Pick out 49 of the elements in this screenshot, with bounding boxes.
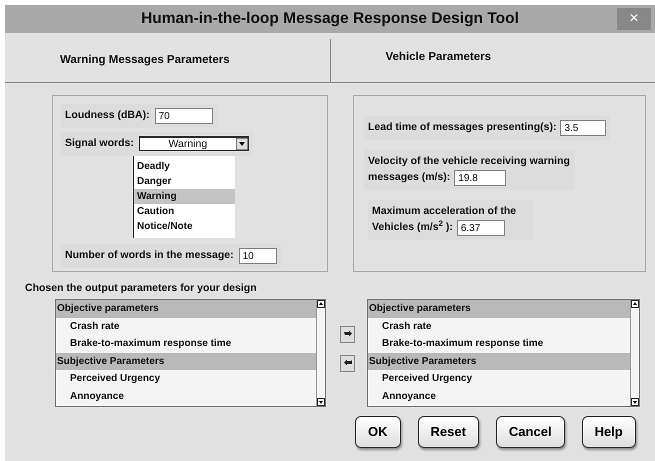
dialog-button[interactable]: Help [582, 416, 636, 448]
dropdown-option[interactable]: Warning [134, 188, 235, 204]
field-label: Vehicles (m/s$^{2}$ ): [372, 220, 453, 235]
list-item[interactable]: Perceived Urgency [56, 370, 316, 388]
list-item[interactable]: Brake-to-maximum response time [368, 335, 630, 352]
list-group-header[interactable]: Subjective Parameters [368, 352, 630, 370]
list-item[interactable]: Brake-to-maximum response time [56, 335, 316, 352]
dialog-button[interactable]: Cancel [496, 416, 565, 448]
close-button[interactable]: × [617, 8, 651, 30]
dropdown[interactable]: Warning [138, 136, 249, 152]
field-label: Signal words: [65, 136, 134, 151]
list-item[interactable]: Annoyance [368, 388, 630, 405]
right-arrow-icon [342, 330, 352, 339]
input-field[interactable]: 10 [238, 248, 277, 264]
list-item[interactable]: Perceived Urgency [368, 370, 630, 388]
field-label: Number of words in the message: [65, 248, 234, 263]
list-group-header[interactable]: Objective parameters [56, 300, 316, 318]
move-right-button[interactable] [340, 326, 355, 343]
section-heading: Chosen the output parameters for your design [24, 281, 258, 296]
list-item[interactable]: Crash rate [368, 318, 630, 335]
list-item[interactable]: Crash rate [56, 318, 316, 335]
window-title: Human-in-the-loop Message Response Design Tool [141, 9, 519, 30]
dropdown-option[interactable]: Caution [134, 204, 235, 219]
dialog-button[interactable]: Reset [418, 416, 479, 448]
input-field[interactable]: 6.37 [456, 220, 505, 236]
caret-icon [236, 138, 248, 150]
scroll-up-icon[interactable] [631, 300, 639, 308]
move-left-button[interactable] [340, 355, 355, 372]
dropdown-option[interactable]: Notice/Note [134, 218, 235, 234]
section-header: Vehicle Parameters [386, 50, 491, 65]
list-group-header[interactable]: Subjective Parameters [56, 352, 316, 370]
dropdown-option[interactable]: Deadly [134, 158, 235, 174]
list-group-header[interactable]: Objective parameters [368, 300, 630, 318]
dialog-button[interactable]: OK [355, 416, 400, 448]
field-label: Velocity of the vehicle receiving warning [368, 154, 570, 169]
scroll-down-icon[interactable] [317, 398, 325, 406]
section-header: Warning Messages Parameters [60, 52, 230, 68]
scroll-down-icon[interactable] [631, 398, 639, 406]
list-item[interactable]: Annoyance [56, 388, 316, 405]
input-field[interactable]: 19.8 [454, 170, 506, 186]
field-label: messages (m/s): [368, 170, 450, 185]
input-field[interactable]: 70 [154, 108, 213, 124]
dropdown-option[interactable]: Danger [134, 174, 235, 189]
left-arrow-icon [342, 359, 352, 368]
field-label: Maximum acceleration of the [372, 204, 516, 219]
scroll-up-icon[interactable] [317, 300, 325, 308]
input-field[interactable]: 3.5 [560, 120, 606, 136]
field-label: Lead time of messages presenting(s): [368, 120, 556, 136]
field-label: Loudness (dBA): [65, 108, 150, 124]
